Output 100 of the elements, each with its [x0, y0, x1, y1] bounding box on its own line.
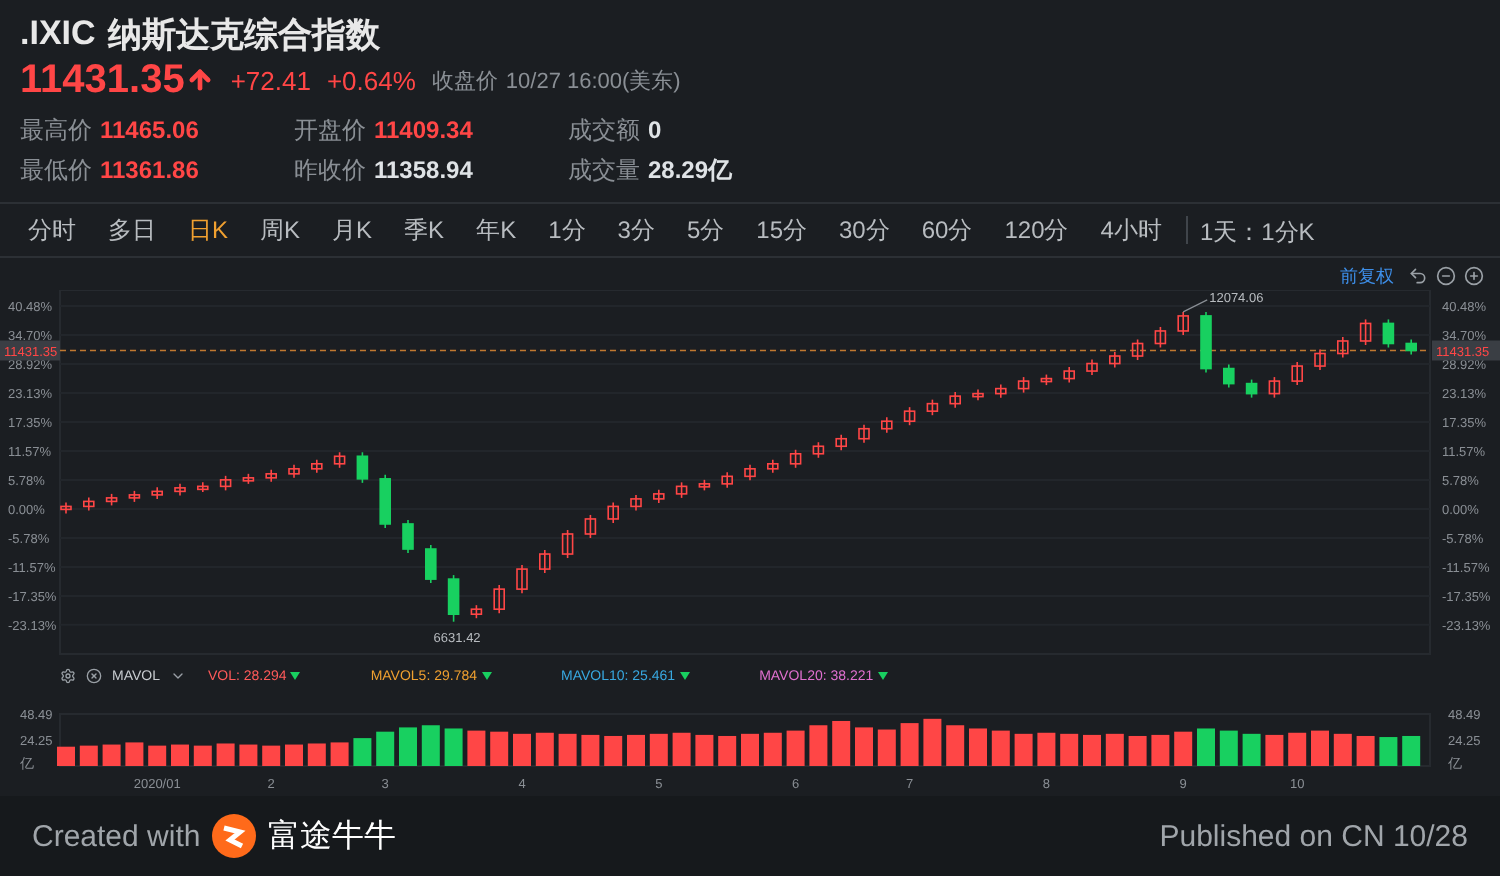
volume-bar: [1356, 735, 1375, 766]
volume-bar: [1242, 733, 1261, 766]
volume-bar: [79, 745, 98, 766]
zoom-in-icon[interactable]: [1464, 266, 1484, 286]
volume-bar: [421, 725, 440, 766]
volume-bar: [1265, 734, 1284, 766]
stat-label: 最高价: [20, 113, 92, 147]
close-icon[interactable]: [86, 668, 102, 684]
stat-label: 成交量: [568, 153, 640, 187]
volume-bar: [946, 725, 965, 766]
candlestick: [789, 448, 802, 469]
volume-bar: [535, 732, 554, 766]
period-tab[interactable]: 30分: [823, 206, 906, 254]
caret-icon[interactable]: [170, 668, 186, 684]
zoom-out-icon[interactable]: [1436, 266, 1456, 286]
volume-bar: [1060, 733, 1079, 766]
candlestick: [356, 451, 369, 484]
period-tab[interactable]: 周K: [244, 206, 317, 254]
candlestick: [881, 416, 893, 434]
candlestick: [903, 406, 916, 426]
candlestick: [1337, 336, 1349, 359]
volume-bar: [581, 734, 600, 766]
candlestick: [288, 464, 300, 479]
candlestick: [744, 464, 756, 482]
volume-bar: [125, 742, 144, 766]
undo-icon[interactable]: [1408, 266, 1428, 286]
volume-bar: [353, 738, 372, 766]
period-tab[interactable]: 分时: [12, 206, 92, 254]
candlestick: [197, 481, 209, 493]
candlestick: [151, 486, 163, 500]
candlestick: [835, 433, 847, 452]
candlestick: [265, 469, 277, 483]
stat-value: 0: [648, 116, 662, 144]
candlestick: [311, 459, 323, 474]
volume-bar: [1288, 732, 1307, 766]
logo-icon: [212, 814, 257, 858]
volume-bar: [558, 733, 577, 766]
volume-bar: [193, 745, 212, 766]
volume-bar: [262, 745, 281, 766]
volume-bar: [513, 733, 531, 766]
last-price: 11431.35: [20, 57, 185, 103]
volume-bar: [1333, 733, 1352, 766]
period-tab[interactable]: 1分: [532, 206, 602, 254]
candlestick: [516, 564, 528, 594]
volume-bar: [1379, 737, 1398, 766]
volume-bar: [1219, 730, 1238, 766]
volume-bar: [1105, 733, 1124, 766]
period-tab[interactable]: 15分: [740, 206, 823, 254]
period-tab[interactable]: 年K: [460, 206, 533, 254]
volume-bar: [239, 744, 258, 766]
candlestick: [379, 474, 391, 529]
volume-bar: [969, 728, 987, 766]
volume-bar: [285, 744, 303, 766]
stat-value: 11465.06: [100, 116, 199, 144]
volume-bar: [718, 735, 737, 766]
volume-bar: [763, 732, 782, 766]
adjust-button[interactable]: 前复权: [1334, 263, 1400, 289]
price-status: 收盘价: [431, 67, 498, 95]
candlestick: [630, 494, 642, 512]
candlestick: [812, 441, 825, 459]
stat-label: 最低价: [20, 153, 92, 187]
volume-bar: [672, 732, 691, 766]
candlestick: [1063, 366, 1075, 384]
period-tab[interactable]: 3分: [601, 206, 671, 254]
stat-label: 成交额: [568, 113, 640, 147]
candlestick: [128, 490, 141, 503]
candlestick: [1291, 361, 1303, 386]
period-tab[interactable]: 日K: [172, 206, 245, 254]
period-tab[interactable]: 60分: [905, 206, 989, 254]
candlestick: [174, 483, 186, 497]
volume-bar: [991, 730, 1010, 766]
volume-bar: [1174, 731, 1193, 766]
candlestick: [1223, 363, 1235, 389]
candlestick: [333, 451, 346, 469]
settings-icon[interactable]: [60, 668, 76, 684]
candlestick: [675, 481, 688, 499]
candlestick: [858, 423, 870, 444]
candlestick: [972, 388, 984, 401]
period-tab[interactable]: 4小时: [1084, 206, 1178, 254]
candlestick: [561, 529, 574, 559]
volume-bar: [809, 725, 828, 766]
candlestick: [83, 496, 95, 512]
period-tab[interactable]: 月K: [316, 206, 389, 254]
stat-label: 昨收价: [294, 153, 366, 187]
candlestick: [1040, 373, 1053, 386]
price-change: +72.41: [230, 65, 311, 95]
caret-icon: [481, 672, 491, 680]
candlestick: [1131, 338, 1144, 361]
period-tab[interactable]: 多日: [92, 206, 172, 254]
volume-bar: [786, 730, 805, 766]
volume-bar: [855, 727, 873, 766]
interval-button[interactable]: 1天：1分K: [1185, 216, 1327, 244]
volume-bar: [627, 734, 645, 766]
candlestick: [1314, 348, 1326, 371]
period-tab[interactable]: 季K: [388, 206, 461, 254]
period-tab[interactable]: 5分: [670, 206, 741, 254]
candlestick: [1109, 351, 1121, 369]
leader-line: [1182, 299, 1208, 313]
volume-bar: [832, 720, 851, 766]
period-tab[interactable]: 120分: [988, 206, 1085, 254]
